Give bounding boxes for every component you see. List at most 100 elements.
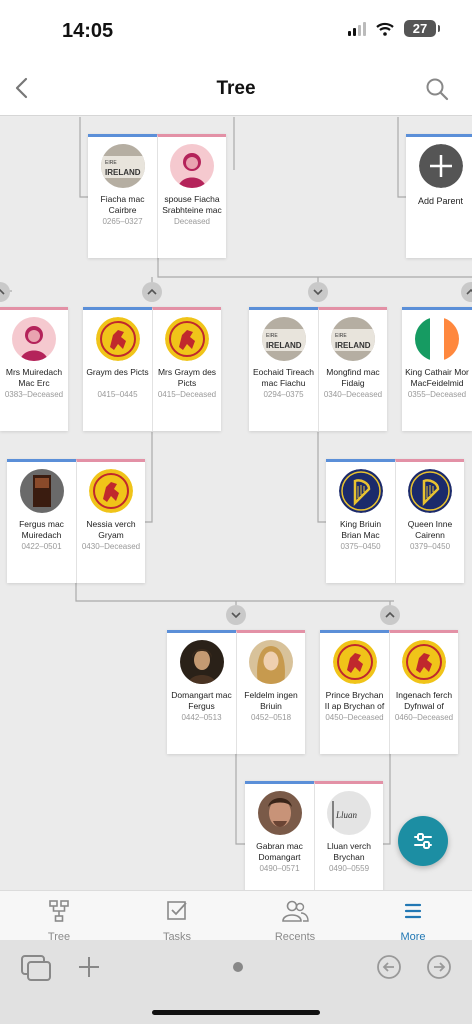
person-card-fiacha[interactable]: EIRE IRELAND Fiacha mac Cairbre 0265–0327	[88, 134, 157, 258]
couple-card: King Briuin Brian Mac Eochaid Mui... 037…	[326, 459, 464, 583]
chevron-up-icon	[147, 288, 157, 295]
expand-toggle[interactable]	[308, 282, 328, 302]
tab-bar: Tree Tasks Recents More	[0, 890, 472, 943]
person-card-mrs-muiredach[interactable]: Mrs Muiredach Mac Erc 0383–Deceased	[0, 307, 68, 431]
new-tab-icon[interactable]	[77, 954, 101, 980]
chevron-up-icon	[0, 288, 5, 295]
eire-text: EIRE	[335, 333, 347, 339]
portrait-image	[257, 791, 302, 835]
photo-ireland: EIRE IRELAND	[331, 317, 375, 361]
person-card-ingenach[interactable]: Ingenach ferch Dyfnwal of Brecon 0460–De…	[389, 630, 458, 754]
person-dates: 0415–Deceased	[157, 390, 217, 399]
person-name: Fiacha mac Cairbre	[100, 194, 145, 215]
status-icons: 27	[348, 20, 440, 37]
person-card-eochaid[interactable]: EIRE IRELAND Eochaid Tireach mac Fiachu 0…	[249, 307, 318, 431]
person-card-feldelm[interactable]: Feldelm ingen Briuin 0452–0518	[236, 630, 305, 754]
expand-toggle[interactable]	[226, 605, 246, 625]
photo-ireland: EIRE IRELAND	[100, 144, 145, 188]
person-dates: 0460–Deceased	[394, 713, 454, 722]
person-name: Prince Brychan II ap Brychan of Mana...	[324, 690, 385, 711]
person-dates: 0490–0559	[328, 864, 370, 873]
couple-card: Prince Brychan II ap Brychan of Mana... …	[320, 630, 458, 754]
person-card-mrs-graym[interactable]: Mrs Graym des Picts 0415–Deceased	[152, 307, 221, 431]
tab-tasks[interactable]: Tasks	[118, 891, 236, 943]
add-parent-button[interactable]: Add Parent	[406, 134, 472, 258]
person-name: King Briuin Brian Mac Eochaid Mui...	[339, 519, 382, 540]
chevron-down-icon	[231, 612, 241, 619]
person-card-king-briuin[interactable]: King Briuin Brian Mac Eochaid Mui... 037…	[326, 459, 395, 583]
person-name: Nessia verch Gryam	[86, 519, 136, 540]
add-parent-card[interactable]: Add Parent	[406, 134, 472, 258]
couple-card: Graym des Picts 0415–0445 Mrs Graym des …	[83, 307, 221, 431]
couple-card: EIRE IRELAND Eochaid Tireach mac Fiachu 0…	[249, 307, 387, 431]
couple-card: Domangart mac Fergus 0442–0513 Feldelm i…	[167, 630, 305, 754]
person-dates: 0355–Deceased	[407, 390, 467, 399]
tab-recents[interactable]: Recents	[236, 891, 354, 943]
person-dates: 0375–0450	[340, 542, 381, 551]
person-card-domangart[interactable]: Domangart mac Fergus 0442–0513	[167, 630, 236, 754]
portrait-image	[179, 640, 224, 684]
person-dates: 0265–0327	[102, 217, 143, 226]
ireland-text: IRELAND	[335, 341, 371, 350]
book-cover-image	[19, 469, 64, 513]
person-dates: 0490–0571	[259, 864, 300, 873]
status-bar: 14:05 27	[0, 0, 472, 62]
lion-crest-image	[402, 640, 446, 684]
person-card-gabran[interactable]: Gabran mac Domangart 0490–0571	[245, 781, 314, 890]
portrait-image	[249, 640, 293, 684]
tab-tree[interactable]: Tree	[0, 891, 118, 943]
person-name: Queen Inne Cairenn Chasdubh	[407, 519, 453, 540]
person-dates: 0450–Deceased	[325, 713, 384, 722]
chevron-down-icon	[313, 289, 323, 296]
photo-ireland: EIRE IRELAND	[261, 317, 306, 361]
person-dates: 0422–0501	[21, 542, 62, 551]
tasks-icon	[167, 901, 187, 920]
female-placeholder-avatar	[170, 144, 214, 188]
person-dates: 0442–0513	[181, 713, 222, 722]
lion-crest-image	[332, 640, 377, 684]
person-name: Feldelm ingen Briuin	[244, 690, 298, 711]
person-card-prince-brychan[interactable]: Prince Brychan II ap Brychan of Mana... …	[320, 630, 389, 754]
tabs-overview-icon[interactable]	[20, 954, 52, 982]
single-card: King Cathair Mor MacFeidelmid Th... 0355…	[402, 307, 472, 431]
lluan-sign-image: Lluan	[327, 791, 371, 835]
person-card-king-cathair[interactable]: King Cathair Mor MacFeidelmid Th... 0355…	[402, 307, 472, 431]
person-dates: 0452–0518	[250, 713, 292, 722]
family-tree-canvas[interactable]: EIRE IRELAND Fiacha mac Cairbre 0265–0327…	[0, 117, 472, 890]
tab-more[interactable]: More	[354, 891, 472, 943]
home-indicator	[152, 1010, 320, 1015]
add-parent-icon	[418, 144, 463, 188]
wifi-icon	[376, 22, 394, 36]
person-dates: 0340–Deceased	[323, 390, 383, 399]
ireland-text: IRELAND	[266, 341, 302, 350]
chevron-up-icon	[385, 611, 395, 618]
person-card-mongfind[interactable]: EIRE IRELAND Mongfind mac Fidaig 0340–Dec…	[318, 307, 387, 431]
single-card: Mrs Muiredach Mac Erc 0383–Deceased	[0, 307, 68, 431]
couple-card: Fergus mac Muiredach 0422–0501 Nessia ve…	[7, 459, 145, 583]
sliders-icon	[414, 833, 432, 849]
person-card-nessia[interactable]: Nessia verch Gryam 0430–Deceased	[76, 459, 145, 583]
irish-flag-image	[415, 317, 459, 361]
collapse-toggle[interactable]	[380, 605, 400, 625]
person-card-spouse-fiacha[interactable]: spouse Fiacha Srabhteine mac C... Deceas…	[157, 134, 226, 258]
lluan-text: Lluan	[335, 810, 358, 820]
search-icon	[426, 78, 449, 101]
browser-toolbar	[0, 940, 472, 1024]
person-card-lluan[interactable]: Lluan Lluan verch Brychan 0490–0559	[314, 781, 383, 890]
person-card-queen-inne[interactable]: Queen Inne Cairenn Chasdubh 0379–0450	[395, 459, 464, 583]
person-dates: 0294–0375	[263, 390, 304, 399]
add-parent-label: Add Parent	[417, 196, 464, 206]
person-name: Eochaid Tireach mac Fiachu	[253, 367, 314, 388]
person-card-graym[interactable]: Graym des Picts 0415–0445	[83, 307, 152, 431]
search-button[interactable]	[424, 76, 450, 102]
page-title: Tree	[216, 78, 256, 99]
lion-crest-image	[95, 317, 140, 361]
harp-crest-image	[408, 469, 452, 513]
person-card-fergus[interactable]: Fergus mac Muiredach 0422–0501	[7, 459, 76, 583]
collapse-toggle[interactable]	[142, 282, 162, 302]
lion-crest-image	[89, 469, 133, 513]
forward-arrow-icon[interactable]	[426, 954, 452, 980]
filter-button[interactable]	[398, 816, 448, 866]
signal-icon	[348, 21, 366, 36]
back-arrow-icon[interactable]	[376, 954, 402, 980]
